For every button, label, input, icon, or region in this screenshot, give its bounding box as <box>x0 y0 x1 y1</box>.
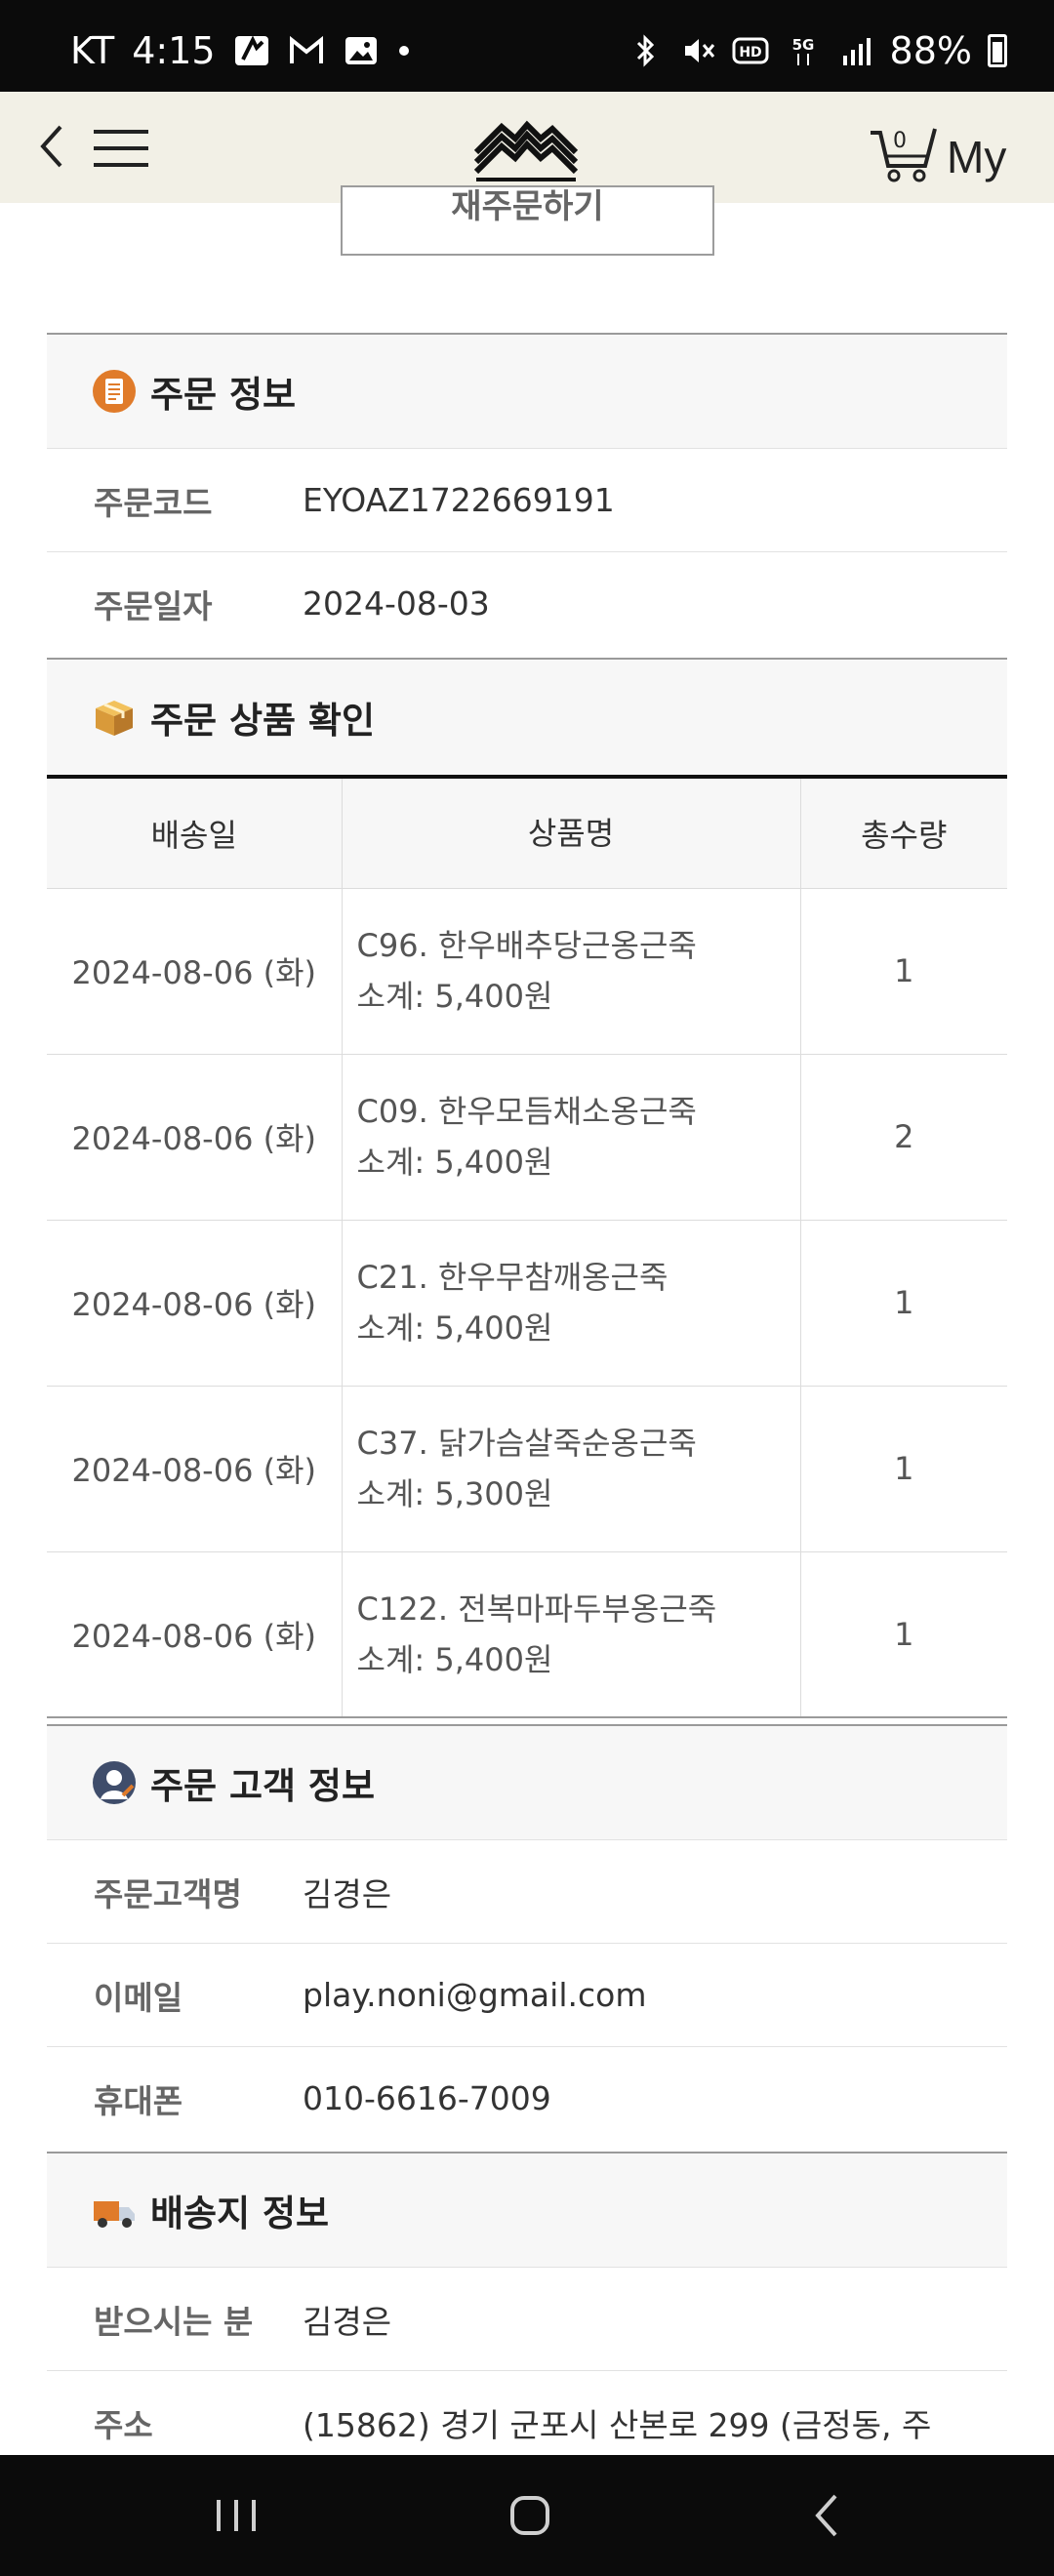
signal-icon <box>842 38 871 65</box>
customer-phone-value: 010-6616-7009 <box>303 2079 551 2117</box>
delivery-truck-icon <box>94 2201 135 2228</box>
customer-info-title: 주문 고객 정보 <box>150 1765 376 1807</box>
package-box-icon <box>96 701 133 736</box>
product-name: C09. 한우모듬채소옹근죽 <box>356 1093 697 1130</box>
table-row: 2024-08-06 (화) C21. 한우무참깨옹근죽소계: 5,400원 1 <box>47 1220 1007 1387</box>
recipient-value: 김경은 <box>303 2302 392 2341</box>
svg-text:HD: HD <box>739 45 761 60</box>
product-quantity: 1 <box>800 1386 1007 1552</box>
app-notification-icon <box>234 35 268 65</box>
product-cell: C09. 한우모듬채소옹근죽소계: 5,400원 <box>342 1054 801 1221</box>
customer-name-label: 주문고객명 <box>94 1874 242 1913</box>
product-subtotal: 소계: 5,400원 <box>356 1640 553 1678</box>
5g-icon: 5G <box>791 36 814 65</box>
shipping-info-header: 배송지 정보 <box>47 2152 1007 2267</box>
brand-logo[interactable] <box>472 119 580 181</box>
order-products-table: 배송일 상품명 총수량 2024-08-06 (화) C96. 한우배추당근옹근… <box>47 775 1007 1718</box>
table-row: 2024-08-06 (화) C09. 한우모듬채소옹근죽 소계: 5,400원 … <box>47 1054 1007 1221</box>
product-quantity: 2 <box>800 1054 1007 1221</box>
shipping-info-title: 배송지 정보 <box>150 2193 330 2234</box>
clock: 4:15 <box>132 29 216 72</box>
reorder-button[interactable]: 재주문하기 <box>341 185 714 256</box>
system-nav-bar <box>0 2455 1054 2576</box>
customer-email-label: 이메일 <box>94 1978 183 2017</box>
mute-icon <box>684 39 714 62</box>
delivery-date: 2024-08-06 (화) <box>47 1054 343 1221</box>
product-cell: C21. 한우무참깨옹근죽소계: 5,400원 <box>342 1220 801 1387</box>
home-icon[interactable] <box>491 2486 569 2545</box>
table-row: 2024-08-06 (화) C37. 닭가슴살죽순옹근죽 소계: 5,300원 … <box>47 1386 1007 1552</box>
cart-count-badge: 0 <box>893 129 907 153</box>
order-code-row: 주문코드 EYOAZ1722669191 <box>47 448 1007 551</box>
table-row: 2024-08-06 (화) C96. 한우배추당근옹근죽 소계: 5,400원 … <box>47 888 1007 1055</box>
customer-phone-row: 휴대폰 010-6616-7009 <box>47 2046 1007 2150</box>
gallery-icon <box>345 37 377 64</box>
svg-text:5G: 5G <box>791 36 814 54</box>
delivery-date: 2024-08-06 (화) <box>47 1386 343 1552</box>
product-name: C37. 닭가슴살죽순옹근죽 <box>356 1425 697 1462</box>
product-quantity: 1 <box>800 1220 1007 1387</box>
recipient-label: 받으시는 분 <box>94 2302 254 2341</box>
address-value: (15862) 경기 군포시 산본로 299 (금정동, 주 <box>303 2405 932 2444</box>
order-date-value: 2024-08-03 <box>303 584 490 623</box>
customer-phone-label: 휴대폰 <box>94 2081 183 2120</box>
customer-name-value: 김경은 <box>303 1874 392 1913</box>
product-name: C21. 한우무참깨옹근죽 <box>356 1259 669 1296</box>
product-subtotal: 소계: 5,400원 <box>356 1309 553 1347</box>
recent-apps-icon[interactable] <box>197 2486 275 2545</box>
order-products-title: 주문 상품 확인 <box>150 700 376 742</box>
product-subtotal: 소계: 5,300원 <box>356 1475 553 1512</box>
order-info-title: 주문 정보 <box>150 374 297 416</box>
hamburger-menu-icon[interactable] <box>94 129 148 168</box>
delivery-date: 2024-08-06 (화) <box>47 1551 343 1718</box>
customer-email-value: play.noni@gmail.com <box>303 1976 647 2014</box>
hd-icon: HD <box>732 37 769 64</box>
product-subtotal: 소계: 5,400원 <box>356 978 553 1015</box>
product-cell: C96. 한우배추당근옹근죽소계: 5,400원 <box>342 888 801 1055</box>
my-page-link[interactable]: My <box>947 131 1006 183</box>
status-bar: KT 4:15 HD 5G 88% <box>0 0 1054 92</box>
dot-icon <box>398 46 409 56</box>
receipt-icon <box>93 370 136 413</box>
product-cell: C37. 닭가슴살죽순옹근죽소계: 5,300원 <box>342 1386 801 1552</box>
delivery-date: 2024-08-06 (화) <box>47 888 343 1055</box>
customer-info-header: 주문 고객 정보 <box>47 1724 1007 1839</box>
order-code-label: 주문코드 <box>94 483 213 522</box>
table-header-row: 배송일 상품명 총수량 <box>47 777 1007 889</box>
carrier-label: KT <box>70 29 115 72</box>
product-quantity: 1 <box>800 888 1007 1055</box>
gmail-icon <box>289 35 323 63</box>
product-quantity: 1 <box>800 1551 1007 1718</box>
recipient-row: 받으시는 분 김경은 <box>47 2267 1007 2370</box>
product-name: C96. 한우배추당근옹근죽 <box>356 927 697 964</box>
order-date-label: 주문일자 <box>94 586 213 625</box>
table-row: 2024-08-06 (화) C122. 전복마파두부옹근죽소계: 5,400원… <box>47 1551 1007 1718</box>
order-info-header: 주문 정보 <box>47 333 1007 448</box>
order-code-value: EYOAZ1722669191 <box>303 481 615 519</box>
delivery-date: 2024-08-06 (화) <box>47 1220 343 1387</box>
address-label: 주소 <box>94 2405 153 2444</box>
column-header-date: 배송일 <box>47 777 343 889</box>
product-cell: C122. 전복마파두부옹근죽소계: 5,400원 <box>342 1551 801 1718</box>
column-header-product: 상품명 <box>342 777 801 889</box>
bluetooth-icon <box>636 34 654 67</box>
back-nav-icon[interactable] <box>789 2486 867 2545</box>
product-subtotal: 소계: 5,400원 <box>356 1144 553 1181</box>
column-header-quantity: 총수량 <box>800 777 1007 889</box>
product-name: C122. 전복마파두부옹근죽 <box>356 1590 717 1628</box>
order-date-row: 주문일자 2024-08-03 <box>47 551 1007 655</box>
battery-icon <box>988 34 1007 67</box>
back-arrow-icon[interactable] <box>37 119 66 174</box>
customer-email-row: 이메일 play.noni@gmail.com <box>47 1943 1007 2046</box>
battery-percent: 88% <box>889 29 972 72</box>
order-products-header: 주문 상품 확인 <box>47 658 1007 775</box>
customer-name-row: 주문고객명 김경은 <box>47 1839 1007 1943</box>
reorder-button-label: 재주문하기 <box>451 187 604 226</box>
customer-avatar-icon <box>93 1761 136 1804</box>
